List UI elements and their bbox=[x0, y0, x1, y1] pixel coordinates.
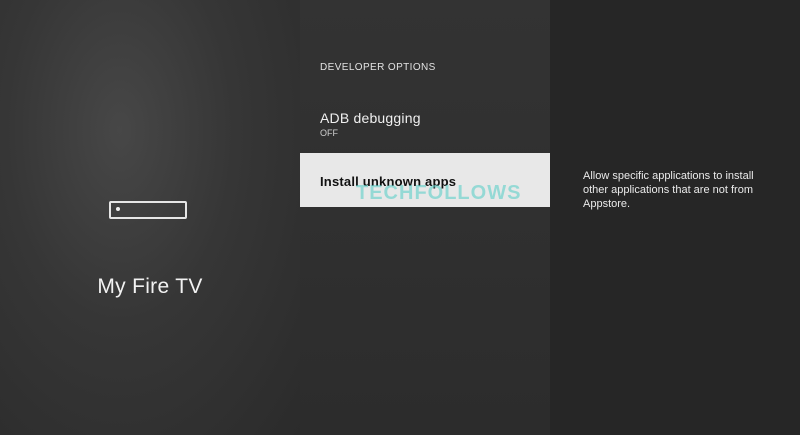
menu-item-adb-debugging[interactable]: ADB debugging OFF bbox=[300, 110, 550, 150]
left-panel: My Fire TV bbox=[0, 0, 300, 435]
description-text: Allow specific applications to install o… bbox=[583, 170, 754, 210]
description-panel: Allow specific applications to install o… bbox=[550, 0, 800, 435]
settings-menu: DEVELOPER OPTIONS ADB debugging OFF Inst… bbox=[300, 0, 550, 435]
menu-item-label: ADB debugging bbox=[320, 110, 421, 126]
watermark: TECHFOLLOWS bbox=[356, 182, 522, 204]
menu-item-value: OFF bbox=[320, 128, 338, 138]
fire-tv-device-icon bbox=[109, 201, 187, 219]
section-header: DEVELOPER OPTIONS bbox=[320, 62, 436, 73]
screen: My Fire TV DEVELOPER OPTIONS ADB debuggi… bbox=[0, 0, 800, 435]
device-led-icon bbox=[116, 207, 120, 211]
page-title: My Fire TV bbox=[97, 275, 203, 298]
